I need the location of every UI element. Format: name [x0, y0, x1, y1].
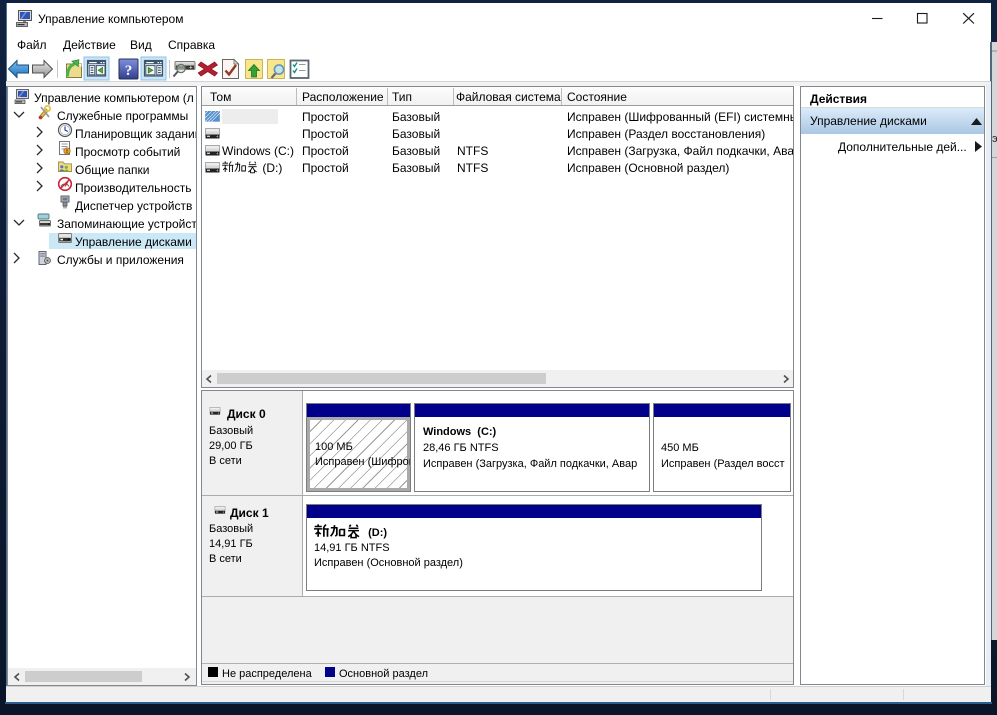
svg-text:?: ?	[125, 63, 133, 79]
